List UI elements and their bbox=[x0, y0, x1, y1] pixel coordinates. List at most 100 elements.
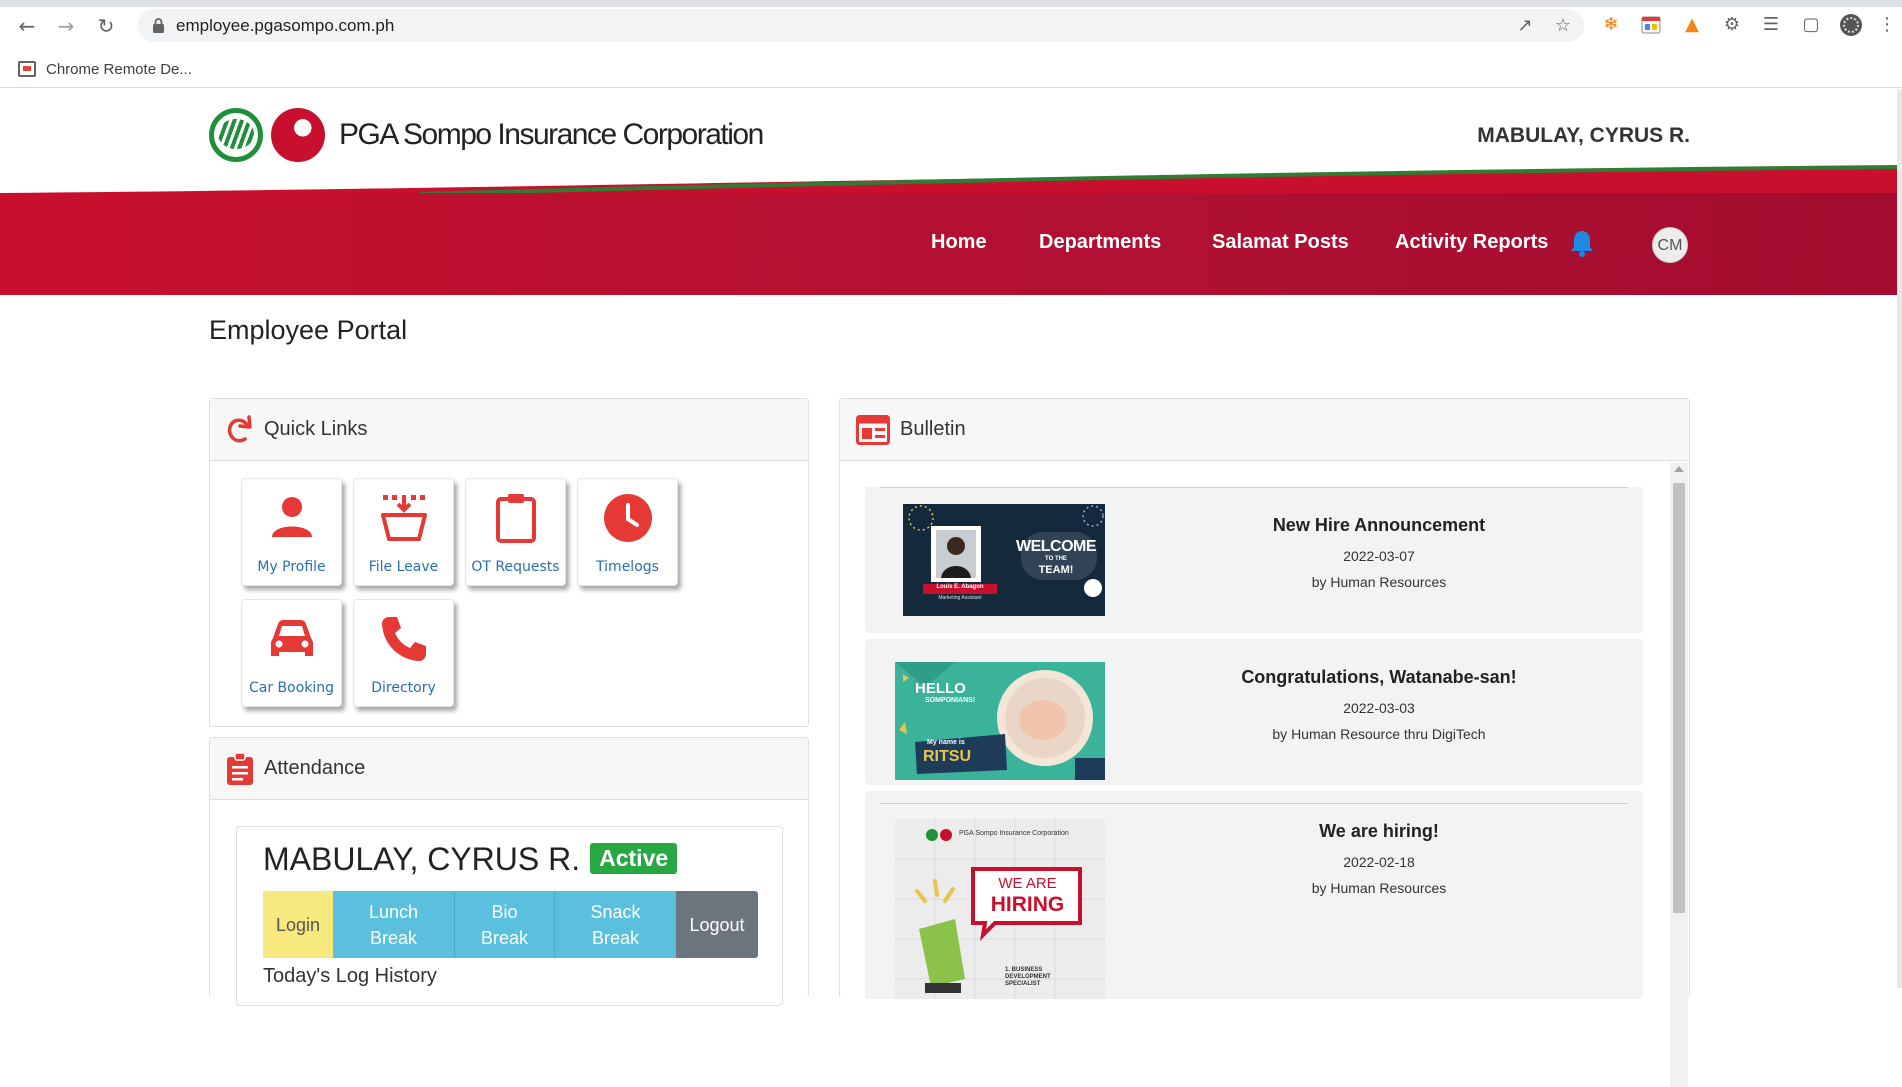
post-image-welcome[interactable]: Louis E. Abagon Marketing Assistant WELC… bbox=[903, 504, 1105, 616]
extension-window-icon[interactable] bbox=[1639, 13, 1663, 37]
quick-links-header: Quick Links bbox=[210, 399, 808, 461]
bell-icon[interactable] bbox=[1569, 229, 1595, 257]
tab-strip bbox=[0, 0, 1902, 7]
post-author: by Human Resources bbox=[1311, 880, 1447, 896]
attendance-employee-name: MABULAY, CYRUS R. Active bbox=[263, 841, 678, 878]
post-divider bbox=[880, 487, 1628, 488]
we-are-text: WE ARE bbox=[998, 875, 1057, 892]
nav-salamat-posts[interactable]: Salamat Posts bbox=[1212, 231, 1349, 254]
quick-link-label: Timelogs bbox=[596, 559, 659, 575]
nav-activity-reports[interactable]: Activity Reports bbox=[1395, 231, 1548, 254]
quick-link-my-profile[interactable]: My Profile bbox=[241, 478, 342, 586]
remote-desktop-icon bbox=[18, 61, 36, 77]
post-image-hiring[interactable]: PGA Sompo Insurance Corporation WE ARE H… bbox=[895, 819, 1105, 999]
extensions-puzzle-icon[interactable]: ⚙ bbox=[1720, 13, 1744, 37]
quick-link-file-leave[interactable]: File Leave bbox=[353, 478, 454, 586]
browser-toolbar: ← → ↻ employee.pgasompo.com.ph ↗ ☆ ❄ ▲ ⚙… bbox=[0, 0, 1902, 49]
logout-button[interactable]: Logout bbox=[676, 891, 758, 958]
new-hire-name: Louis E. Abagon bbox=[936, 584, 984, 590]
quick-link-directory[interactable]: Directory bbox=[353, 599, 454, 707]
main-navbar: Home Departments Salamat Posts Activity … bbox=[0, 193, 1902, 295]
post-date: 2022-02-18 bbox=[1343, 854, 1415, 870]
company-name: PGA Sompo Insurance Corporation bbox=[339, 118, 764, 151]
welcome-text: WELCOME bbox=[1015, 538, 1097, 555]
post-date: 2022-03-03 bbox=[1343, 700, 1415, 716]
extension-flame-icon[interactable]: ❄ bbox=[1599, 13, 1623, 37]
post-text: New Hire Announcement 2022-03-07 by Huma… bbox=[1115, 515, 1643, 590]
attendance-title: Attendance bbox=[264, 757, 366, 779]
profile-avatar-icon[interactable] bbox=[1839, 13, 1863, 37]
clock-icon bbox=[604, 494, 652, 542]
clipboard-icon bbox=[496, 494, 536, 543]
back-icon[interactable]: ← bbox=[14, 13, 40, 39]
page-title: Employee Portal bbox=[209, 315, 408, 345]
quick-link-label: Car Booking bbox=[248, 680, 335, 696]
bio-label: Bio bbox=[491, 901, 518, 922]
basket-icon bbox=[381, 495, 427, 541]
quick-links-title: Quick Links bbox=[264, 418, 368, 440]
scroll-up-icon[interactable] bbox=[1674, 466, 1684, 472]
quick-link-label: File Leave bbox=[368, 559, 439, 575]
post-divider bbox=[880, 803, 1628, 804]
login-label: Login bbox=[275, 914, 321, 935]
redo-arrow-icon bbox=[227, 414, 252, 442]
bookmark-chrome-remote[interactable]: Chrome Remote De... bbox=[18, 58, 192, 80]
quick-links-card: Quick Links My Profile File Leave OT Req… bbox=[209, 398, 809, 727]
attendance-card: Attendance MABULAY, CYRUS R. Active Login… bbox=[209, 737, 809, 1006]
forward-icon[interactable]: → bbox=[53, 13, 79, 39]
star-icon[interactable]: ☆ bbox=[1552, 15, 1574, 37]
media-queue-icon[interactable]: ☰ bbox=[1759, 13, 1783, 37]
car-icon bbox=[271, 620, 313, 656]
quick-link-timelogs[interactable]: Timelogs bbox=[577, 478, 678, 586]
bio-break-button[interactable]: Bio Break bbox=[454, 891, 554, 958]
post-title[interactable]: New Hire Announcement bbox=[1115, 515, 1643, 536]
phone-icon bbox=[382, 617, 426, 661]
lunch-label: Lunch bbox=[368, 901, 419, 922]
new-hire-role: Marketing Assistant bbox=[938, 595, 982, 601]
hiring-role-line: SPECIALIST bbox=[1005, 981, 1041, 987]
post-date: 2022-03-07 bbox=[1343, 548, 1415, 564]
post-author: by Human Resources bbox=[1311, 574, 1447, 590]
nav-home[interactable]: Home bbox=[931, 231, 987, 254]
login-button[interactable]: Login bbox=[263, 891, 333, 958]
post-text: Congratulations, Watanabe-san! 2022-03-0… bbox=[1115, 667, 1643, 742]
quick-link-label: OT Requests bbox=[471, 559, 560, 575]
post-image-baby[interactable]: HELLO SOMPONIANS! My name is RITSU bbox=[895, 662, 1105, 780]
scroll-thumb[interactable] bbox=[1673, 483, 1685, 913]
lunch-break-button[interactable]: Lunch Break bbox=[333, 891, 454, 958]
quick-link-label: My Profile bbox=[257, 559, 326, 575]
employee-name: MABULAY, CYRUS R. bbox=[263, 841, 581, 877]
browser-menu-icon[interactable]: ⋮ bbox=[1875, 13, 1899, 37]
page-scrollbar[interactable] bbox=[1897, 89, 1902, 988]
bulletin-header: Bulletin bbox=[840, 399, 1689, 461]
metamask-icon[interactable]: ▲ bbox=[1680, 13, 1704, 37]
address-bar[interactable]: employee.pgasompo.com.ph ↗ ☆ bbox=[138, 9, 1584, 42]
header-swoosh bbox=[0, 165, 1902, 193]
bulletin-title: Bulletin bbox=[900, 418, 966, 440]
url-text: employee.pgasompo.com.ph bbox=[176, 16, 395, 35]
quick-link-ot-requests[interactable]: OT Requests bbox=[465, 478, 566, 586]
quick-link-label: Directory bbox=[371, 680, 436, 696]
bulletin-scrollbar[interactable] bbox=[1670, 462, 1688, 1087]
reload-icon[interactable]: ↻ bbox=[93, 13, 119, 39]
bookmark-label: Chrome Remote De... bbox=[46, 60, 192, 78]
user-avatar[interactable]: CM bbox=[1652, 227, 1688, 263]
post-title[interactable]: We are hiring! bbox=[1115, 821, 1643, 842]
break-label: Break bbox=[480, 927, 529, 948]
quick-link-car-booking[interactable]: Car Booking bbox=[241, 599, 342, 707]
bulletin-post[interactable]: Louis E. Abagon Marketing Assistant WELC… bbox=[865, 487, 1643, 633]
header-user-name: MABULAY, CYRUS R. bbox=[1477, 124, 1690, 147]
snack-break-button[interactable]: Snack Break bbox=[554, 891, 676, 958]
side-panel-icon[interactable]: ▢ bbox=[1799, 13, 1823, 37]
hiring-role-line: 1. BUSINESS bbox=[1005, 967, 1043, 973]
bulletin-post[interactable]: HELLO SOMPONIANS! My name is RITSU Congr… bbox=[865, 639, 1643, 785]
nav-departments[interactable]: Departments bbox=[1039, 231, 1161, 254]
share-icon[interactable]: ↗ bbox=[1514, 15, 1536, 37]
bookmarks-bar: Chrome Remote De... bbox=[0, 49, 1902, 88]
bulletin-post[interactable]: PGA Sompo Insurance Corporation WE ARE H… bbox=[865, 791, 1643, 999]
ritsu-text: RITSU bbox=[923, 748, 971, 765]
clipboard-list-icon bbox=[227, 752, 253, 785]
break-label: Break bbox=[591, 927, 640, 948]
post-author: by Human Resource thru DigiTech bbox=[1272, 726, 1486, 742]
post-title[interactable]: Congratulations, Watanabe-san! bbox=[1115, 667, 1643, 688]
